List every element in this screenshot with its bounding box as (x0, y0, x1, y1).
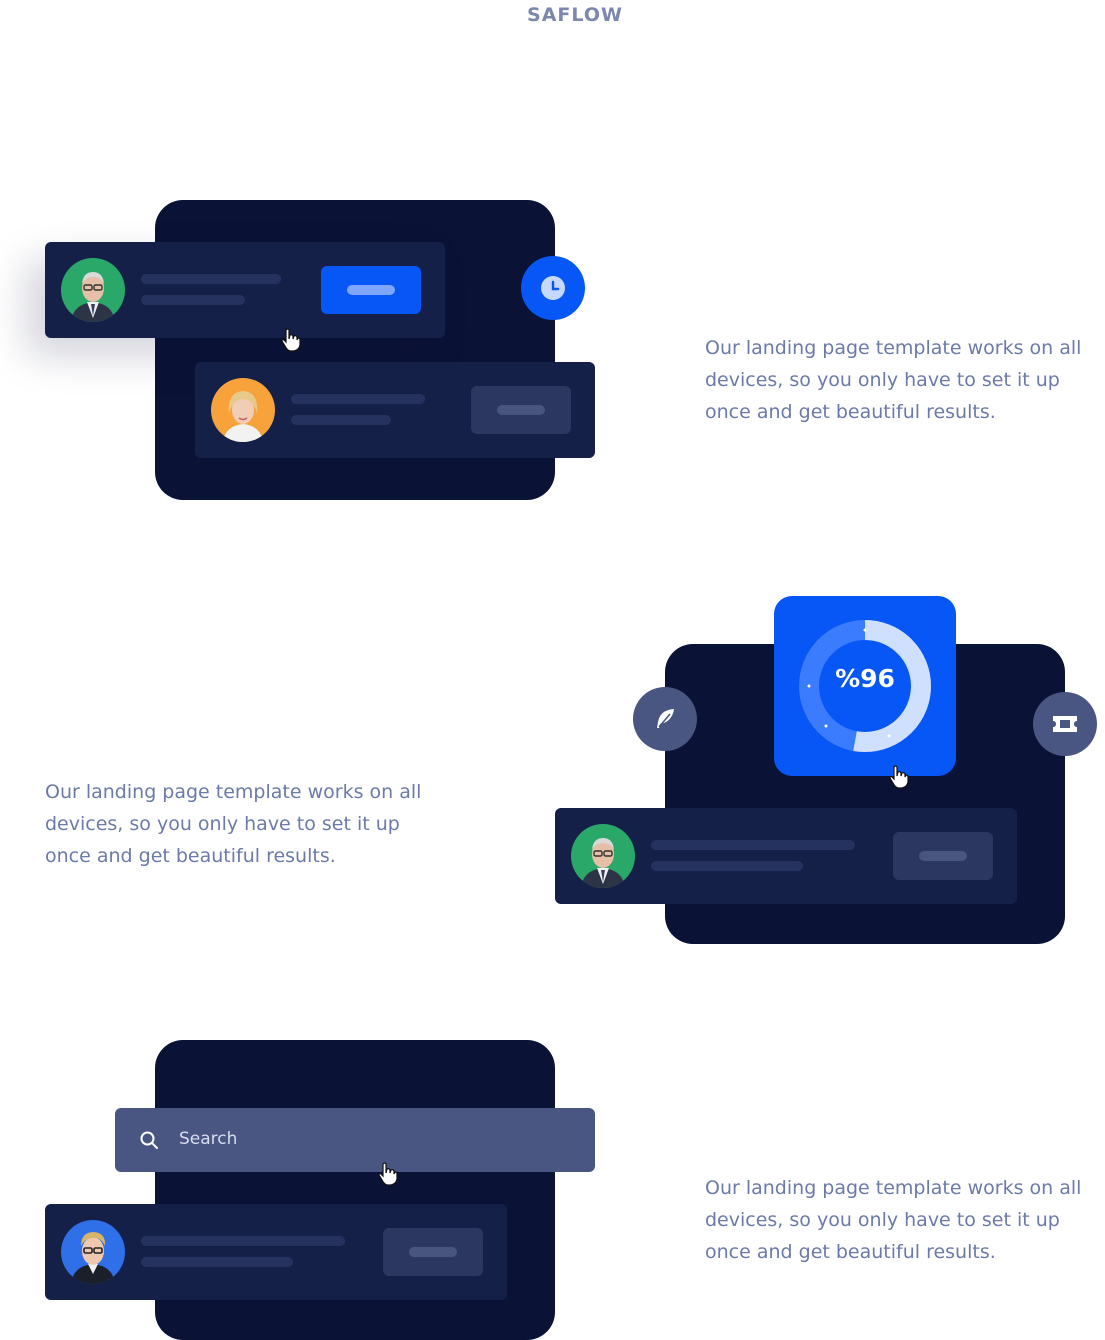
clock-button[interactable] (521, 256, 585, 320)
placeholder-line (291, 415, 391, 425)
ticket-button[interactable] (1033, 692, 1097, 756)
section-description: Our landing page template works on all d… (45, 781, 422, 867)
ticket-icon (1053, 716, 1077, 732)
user-row[interactable] (45, 242, 445, 338)
pointer-hand-icon (378, 1162, 398, 1186)
clock-icon (541, 276, 565, 300)
placeholder-line (141, 1257, 293, 1267)
search-input[interactable]: Search (179, 1129, 237, 1149)
avatar (571, 824, 635, 888)
user-row[interactable] (555, 808, 1017, 904)
placeholder-line (291, 394, 425, 404)
action-button[interactable] (471, 386, 571, 434)
progress-label: %96 (835, 664, 895, 693)
user-row[interactable] (195, 362, 595, 458)
pointer-hand-icon (281, 328, 301, 352)
action-button[interactable] (321, 266, 421, 314)
avatar (61, 258, 125, 322)
progress-card[interactable]: %96 (774, 596, 956, 776)
search-icon (140, 1131, 158, 1149)
feather-icon (657, 709, 674, 728)
action-button[interactable] (893, 832, 993, 880)
placeholder-line (141, 274, 281, 284)
placeholder-line (651, 840, 855, 850)
avatar (211, 378, 275, 442)
placeholder-line (141, 1236, 345, 1246)
placeholder-line (651, 861, 803, 871)
section-description: Our landing page template works on all d… (705, 337, 1082, 423)
placeholder-line (141, 295, 245, 305)
user-row[interactable] (45, 1204, 507, 1300)
brand-title: SAFLOW (527, 4, 623, 26)
pointer-hand-icon (889, 765, 909, 789)
feather-button[interactable] (633, 687, 697, 751)
action-button[interactable] (383, 1228, 483, 1276)
section-description: Our landing page template works on all d… (705, 1177, 1082, 1263)
avatar (61, 1220, 125, 1284)
search-bar[interactable]: Search (115, 1108, 595, 1172)
